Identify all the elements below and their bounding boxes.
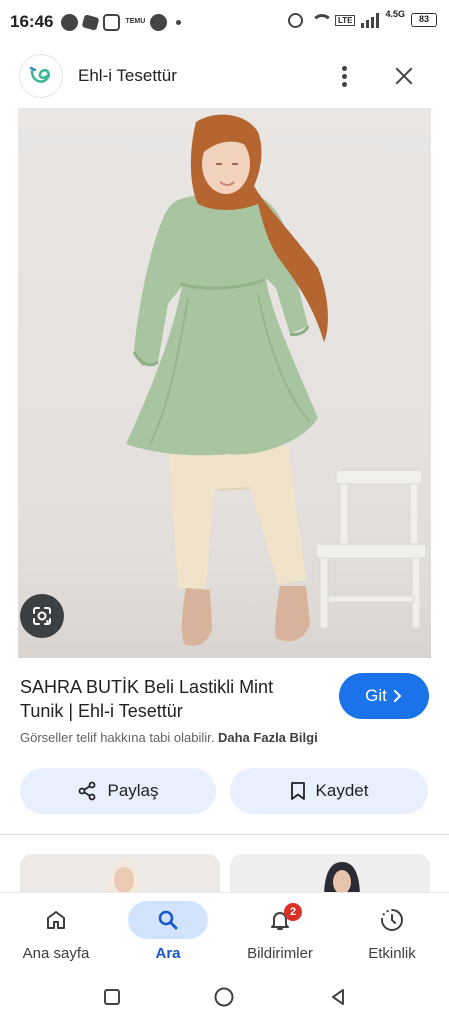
notification-icons: TEMU xyxy=(61,13,182,31)
status-time: 16:46 xyxy=(10,12,54,31)
nav-label-activity: Etkinlik xyxy=(368,945,416,962)
copyright-notice: Görseller telif hakkına tabi olabilir. D… xyxy=(20,730,318,745)
wifi-icon xyxy=(309,12,333,28)
preview-header: Ehl-i Tesettür xyxy=(0,50,449,106)
related-image-card[interactable] xyxy=(230,854,430,898)
site-logo-icon[interactable] xyxy=(20,55,62,97)
bottom-navigation: Ana sayfa Ara 2 Bildirimler Etkinlik xyxy=(0,893,449,975)
system-status-icons: LTE 4.5G 83 xyxy=(287,9,437,28)
related-image-card[interactable] xyxy=(20,854,220,898)
notification-badge: 2 xyxy=(284,903,302,921)
back-button[interactable] xyxy=(326,985,350,1009)
close-button[interactable] xyxy=(390,62,418,90)
home-icon xyxy=(47,911,65,929)
more-notifications-dot xyxy=(176,19,182,25)
more-options-button[interactable] xyxy=(332,62,356,90)
nav-label-notifications: Bildirimler xyxy=(247,945,313,962)
status-bar: 16:46 TEMU LTE 4.5G 83 xyxy=(0,0,449,44)
signal-icon xyxy=(361,12,380,28)
recent-apps-icon xyxy=(104,989,120,1005)
battery-icon: 83 xyxy=(411,13,437,27)
site-title[interactable]: Ehl-i Tesettür xyxy=(78,66,177,86)
divider xyxy=(0,834,449,835)
recent-apps-button[interactable] xyxy=(100,985,124,1009)
temu-icon: TEMU xyxy=(125,18,146,25)
related-image-thumbnail xyxy=(108,860,140,898)
instagram-icon xyxy=(103,13,121,31)
share-label: Paylaş xyxy=(107,781,159,800)
facebook-icon xyxy=(150,13,168,31)
chevron-right-icon xyxy=(393,690,402,702)
product-title[interactable]: SAHRA BUTİK Beli Lastikli Mint Tunik | E… xyxy=(20,675,320,723)
visit-label: Git xyxy=(365,686,387,705)
more-info-link[interactable]: Daha Fazla Bilgi xyxy=(218,730,318,745)
nav-item-notifications[interactable]: 2 Bildirimler xyxy=(224,893,336,975)
nav-item-search[interactable]: Ara xyxy=(112,893,224,975)
telegram-icon xyxy=(82,13,100,31)
google-lens-button[interactable] xyxy=(20,594,64,638)
home-system-button[interactable] xyxy=(212,985,236,1009)
search-icon xyxy=(158,910,178,930)
circle-home-icon xyxy=(214,987,234,1007)
share-icon xyxy=(79,781,96,801)
bookmark-icon xyxy=(290,782,305,800)
save-button[interactable]: Kaydet xyxy=(230,768,428,814)
alarm-icon xyxy=(287,12,303,28)
visit-button[interactable]: Git xyxy=(339,673,429,719)
nav-item-home[interactable]: Ana sayfa xyxy=(0,893,112,975)
activity-icon xyxy=(381,909,403,931)
facebook-icon xyxy=(61,13,79,31)
more-vert-icon xyxy=(341,65,347,71)
product-photo-illustration xyxy=(126,114,427,646)
nav-item-activity[interactable]: Etkinlik xyxy=(336,893,448,975)
product-image[interactable] xyxy=(18,108,431,658)
network-type: 4.5G xyxy=(385,9,405,19)
share-button[interactable]: Paylaş xyxy=(20,768,216,814)
copyright-text: Görseller telif hakkına tabi olabilir. xyxy=(20,730,215,745)
nav-label-home: Ana sayfa xyxy=(22,945,90,962)
google-lens-icon xyxy=(33,607,51,625)
nav-label-search: Ara xyxy=(155,945,181,962)
system-navigation-bar xyxy=(0,975,449,1024)
related-image-thumbnail xyxy=(324,862,360,898)
save-label: Kaydet xyxy=(315,781,369,800)
back-triangle-icon xyxy=(332,989,344,1005)
ehli-tesettur-logo-icon xyxy=(29,66,51,83)
lte-icon: LTE xyxy=(334,14,356,26)
